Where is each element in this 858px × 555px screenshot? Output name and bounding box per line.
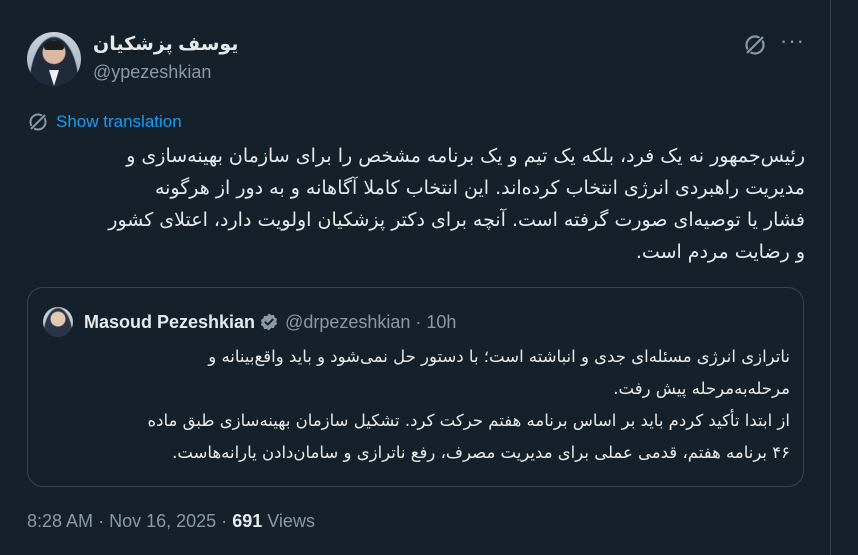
post-time[interactable]: 8:28 AM: [27, 511, 93, 531]
quoted-display-name[interactable]: Masoud Pezeshkian: [84, 312, 255, 333]
tweet: یوسف پزشکیان @ypezeshkian ··· Show trans…: [0, 0, 858, 555]
avatar-hair: [44, 41, 64, 50]
quoted-handle[interactable]: @drpezeshkian: [285, 312, 410, 333]
meta-separator: ·: [98, 511, 105, 531]
avatar-shirt: [49, 70, 59, 86]
tweet-meta: 8:28 AM · Nov 16, 2025 · 691 Views: [27, 511, 315, 532]
more-icon[interactable]: ···: [780, 30, 804, 56]
views-count[interactable]: 691: [232, 511, 262, 531]
meta-separator-2: ·: [221, 511, 228, 531]
user-handle[interactable]: @ypezeshkian: [93, 62, 211, 83]
column-border: [830, 0, 858, 555]
quoted-text: ناترازی انرژی مسئله‌ای جدی و انباشته است…: [147, 347, 790, 462]
avatar[interactable]: [27, 32, 81, 86]
quoted-header: Masoud Pezeshkian @drpezeshkian · 10h: [84, 308, 456, 336]
show-translation-link[interactable]: Show translation: [27, 110, 182, 134]
grok-icon[interactable]: [742, 32, 768, 58]
display-name[interactable]: یوسف پزشکیان: [93, 33, 238, 56]
show-translation-label: Show translation: [56, 112, 182, 131]
tweet-text: رئیس‌جمهور نه یک فرد، بلکه یک تیم و یک ب…: [108, 145, 805, 263]
verified-icon: [260, 313, 278, 331]
quoted-separator: ·: [415, 311, 422, 332]
post-date[interactable]: Nov 16, 2025: [109, 511, 216, 531]
quoted-timestamp[interactable]: 10h: [426, 312, 456, 333]
quoted-tweet[interactable]: Masoud Pezeshkian @drpezeshkian · 10h نا…: [27, 287, 804, 487]
translate-icon: [29, 113, 47, 131]
quoted-avatar[interactable]: [43, 307, 73, 337]
views-label: Views: [267, 511, 315, 531]
